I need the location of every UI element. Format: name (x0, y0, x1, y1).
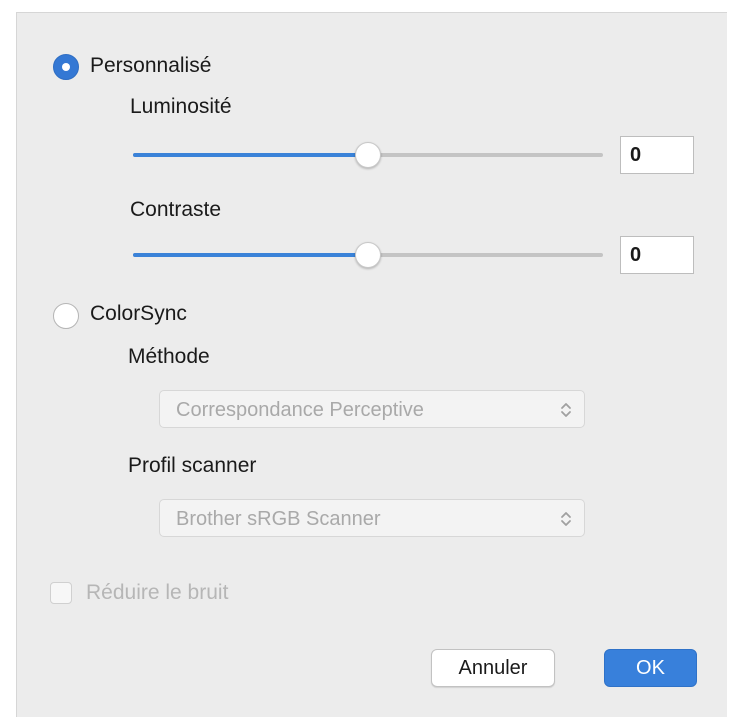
colorsync-radio-label[interactable]: ColorSync (90, 302, 187, 326)
contrast-label: Contraste (130, 198, 222, 221)
chevron-up-down-icon (561, 512, 571, 526)
custom-radio[interactable] (53, 54, 79, 80)
noise-reduction-checkbox[interactable] (50, 582, 72, 604)
scanner-profile-popup-value: Brother sRGB Scanner (176, 508, 381, 530)
method-popup-value: Correspondance Perceptive (176, 399, 424, 421)
contrast-slider-fill (133, 253, 368, 257)
brightness-label: Luminosité (130, 95, 232, 118)
scanner-profile-popup[interactable]: Brother sRGB Scanner (159, 499, 585, 537)
contrast-slider-thumb[interactable] (355, 242, 381, 268)
contrast-value-field[interactable]: 0 (620, 236, 694, 274)
contrast-slider[interactable] (133, 242, 603, 268)
scan-settings-dialog: Personnalisé Luminosité 0 Contraste 0 Co… (16, 12, 727, 717)
noise-reduction-label: Réduire le bruit (86, 581, 229, 604)
colorsync-radio[interactable] (53, 303, 79, 329)
scanner-profile-label: Profil scanner (128, 454, 257, 477)
brightness-slider-thumb[interactable] (355, 142, 381, 168)
ok-button[interactable]: OK (604, 649, 697, 687)
chevron-up-down-icon (561, 403, 571, 417)
method-popup[interactable]: Correspondance Perceptive (159, 390, 585, 428)
custom-radio-label[interactable]: Personnalisé (90, 54, 211, 78)
method-label: Méthode (128, 345, 210, 368)
brightness-slider[interactable] (133, 142, 603, 168)
brightness-slider-fill (133, 153, 368, 157)
cancel-button[interactable]: Annuler (431, 649, 555, 687)
brightness-value-field[interactable]: 0 (620, 136, 694, 174)
